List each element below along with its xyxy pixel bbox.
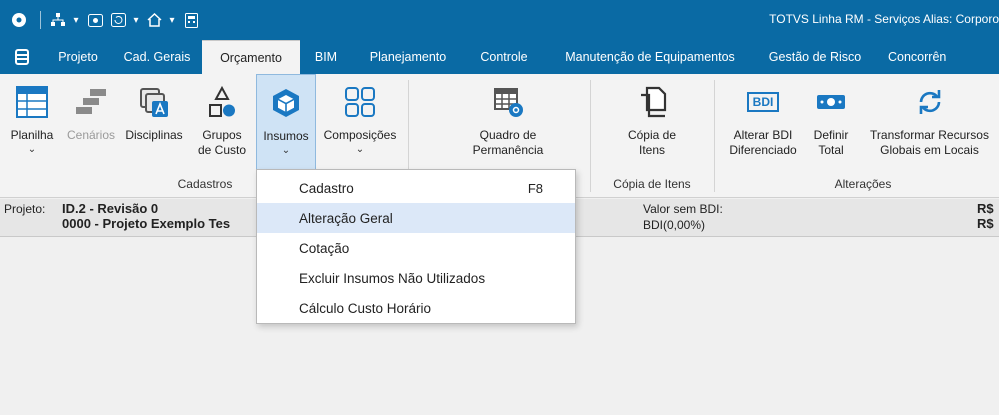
copia-de-itens-button[interactable]: Cópia de Itens [610, 74, 694, 174]
calculator-icon[interactable] [179, 0, 203, 40]
menu-item-label: Cadastro [299, 180, 354, 196]
box-icon [269, 83, 303, 123]
app-icon[interactable] [4, 0, 34, 40]
planilha-button[interactable]: Planilha ⌄ [4, 74, 60, 174]
tab-gestao-de-risco[interactable]: Gestão de Risco [756, 40, 874, 74]
menu-item-cadastro[interactable]: Cadastro F8 [257, 173, 575, 203]
valor-sem-bdi-currency: R$ [977, 201, 994, 216]
separator [40, 11, 41, 29]
chevron-down-icon: ⌄ [27, 144, 37, 155]
definir-label-line2: Total [818, 143, 844, 157]
disciplines-icon [137, 82, 171, 122]
spreadsheet-icon [15, 82, 49, 122]
transformar-label: Transformar Recursos Globais em Locais [870, 128, 989, 158]
shapes-icon [206, 82, 238, 122]
bdi-currency: R$ [977, 216, 994, 231]
grupos-de-custo-label: Grupos de Custo [198, 128, 246, 158]
composicoes-button[interactable]: Composições ⌄ [318, 74, 402, 174]
disciplinas-label: Disciplinas [125, 128, 183, 142]
definir-total-button[interactable]: Definir Total [806, 74, 856, 174]
calendar-settings-icon [492, 82, 524, 122]
alterar-label-line2: Diferenciado [729, 143, 797, 157]
menu-item-excluir-insumos[interactable]: Excluir Insumos Não Utilizados [257, 263, 575, 293]
chevron-down-icon[interactable]: ▾ [129, 0, 143, 40]
grupos-label-line1: Grupos [202, 128, 242, 142]
menu-item-alteracao-geral[interactable]: Alteração Geral [257, 203, 575, 233]
grid-icon [344, 82, 376, 122]
tab-bim[interactable]: BIM [300, 40, 352, 74]
sitemap-icon[interactable] [47, 0, 69, 40]
transformar-label-line2: Globais em Locais [880, 143, 979, 157]
tab-controle[interactable]: Controle [464, 40, 544, 74]
copia-label: Cópia de Itens [628, 128, 676, 158]
menu-item-label: Alteração Geral [299, 210, 393, 226]
transformar-recursos-button[interactable]: Transformar Recursos Globais em Locais [860, 74, 999, 174]
menu-tabs: Projeto Cad. Gerais Orçamento BIM Planej… [0, 40, 999, 74]
tab-cad-gerais[interactable]: Cad. Gerais [112, 40, 202, 74]
copia-label-line2: Itens [638, 143, 665, 157]
chevron-down-icon: ⌄ [281, 145, 291, 156]
transformar-label-line1: Transformar Recursos [870, 128, 989, 142]
app-menu-icon[interactable] [0, 40, 44, 74]
copia-label-line1: Cópia de [627, 128, 677, 142]
tab-planejamento[interactable]: Planejamento [352, 40, 464, 74]
group-label-copia-de-itens: Cópia de Itens [613, 177, 691, 191]
insumos-label: Insumos [263, 129, 309, 143]
chevron-down-icon: ⌄ [355, 144, 365, 155]
sync-icon [914, 82, 946, 122]
bdi-label: BDI(0,00%) [643, 218, 706, 232]
grupos-de-custo-button[interactable]: Grupos de Custo [190, 74, 254, 174]
eye-icon[interactable] [83, 0, 107, 40]
menu-item-label: Excluir Insumos Não Utilizados [299, 270, 486, 286]
group-separator [590, 80, 591, 192]
definir-label-line1: Definir [813, 128, 849, 142]
title-bar: ▾ ▾ ▾ TOTVS Linha RM - Serviços Alias: C… [0, 0, 999, 40]
tab-manutencao-de-equipamentos[interactable]: Manutenção de Equipamentos [544, 40, 756, 74]
tab-orcamento[interactable]: Orçamento [202, 40, 300, 74]
valor-sem-bdi-label: Valor sem BDI: [643, 202, 723, 216]
copy-icon [637, 82, 667, 122]
quadro-label: Quadro de Permanência [473, 128, 544, 158]
cenarios-button[interactable]: Cenários [62, 74, 120, 174]
composicoes-label: Composições [323, 128, 397, 142]
quadro-label-line2: Permanência [472, 143, 544, 157]
refresh-icon[interactable] [107, 0, 129, 40]
menu-item-cotacao[interactable]: Cotação [257, 233, 575, 263]
insumos-dropdown-menu: Cadastro F8 Alteração Geral Cotação Excl… [256, 169, 576, 324]
group-label-cadastros: Cadastros [177, 177, 233, 191]
projeto-label: Projeto: [4, 202, 46, 216]
alterar-label-line1: Alterar BDI [733, 128, 793, 142]
group-label-alteracoes: Alterações [834, 177, 892, 191]
grupos-label-line2: de Custo [197, 143, 247, 157]
definir-label: Definir Total [814, 128, 849, 158]
menu-item-calculo-custo-horario[interactable]: Cálculo Custo Horário [257, 293, 575, 323]
cenarios-label: Cenários [66, 128, 116, 142]
insumos-button[interactable]: Insumos ⌄ [256, 74, 316, 170]
projeto-revision: ID.2 - Revisão 0 [62, 201, 159, 216]
chevron-down-icon[interactable]: ▾ [165, 0, 179, 40]
scenarios-icon [74, 82, 108, 122]
menu-item-label: Cálculo Custo Horário [299, 300, 432, 316]
tab-concorrencia[interactable]: Concorrên [874, 40, 964, 74]
bdi-badge: BDI [746, 92, 780, 112]
home-icon[interactable] [143, 0, 165, 40]
tab-projeto[interactable]: Projeto [44, 40, 112, 74]
group-separator [714, 80, 715, 192]
alterar-bdi-label: Alterar BDI Diferenciado [729, 128, 796, 158]
bdi-icon: BDI [746, 82, 780, 122]
chevron-down-icon[interactable]: ▾ [69, 0, 83, 40]
projeto-name: 0000 - Projeto Exemplo Tes [62, 216, 231, 231]
window-title: TOTVS Linha RM - Serviços Alias: Corporo [769, 12, 999, 26]
shortcut-label: F8 [527, 180, 543, 196]
menu-item-label: Cotação [299, 240, 350, 256]
quadro-label-line1: Quadro de [479, 128, 537, 142]
quadro-de-permanencia-button[interactable]: Quadro de Permanência [448, 74, 568, 174]
planilha-label: Planilha [10, 128, 54, 142]
disciplinas-button[interactable]: Disciplinas [122, 74, 186, 174]
alterar-bdi-diferenciado-button[interactable]: BDI Alterar BDI Diferenciado [722, 74, 804, 174]
money-icon [816, 82, 846, 122]
